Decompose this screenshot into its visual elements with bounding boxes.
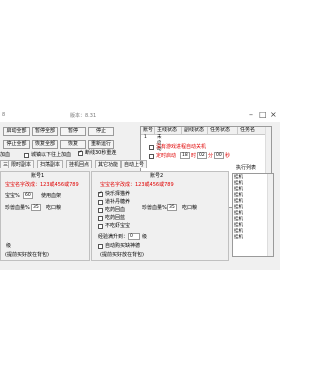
maximize-icon[interactable]: □: [259, 110, 267, 120]
account1-eat-label: 吃口粮: [46, 205, 62, 211]
account2-level-label: 经验满升到：: [98, 234, 129, 240]
account2-eat-blue-label: 吃药回蓝: [105, 215, 126, 221]
app-window: 8 版本：8.31 – □ × 启动全部 暂停全部 暂停 停止 停止全部 恢复全…: [0, 109, 280, 270]
resume-all-button[interactable]: 恢复全部: [32, 140, 58, 149]
tab-auto-login[interactable]: 自动上号: [121, 160, 148, 168]
account2-hint: 宝宝名字改成：123或456或789: [100, 182, 174, 188]
account2-pet-checkbox[interactable]: [98, 190, 103, 197]
account2-hatch-checkbox[interactable]: [98, 199, 103, 205]
table-header: 账号 主线状态 副线状态 任务状态 任务名: [141, 127, 271, 135]
account1-use-blood-label: 使用血架: [41, 193, 62, 199]
account2-pet-hp-input[interactable]: 35: [167, 204, 177, 211]
close-icon[interactable]: ×: [270, 110, 277, 120]
tab-sweep-dungeon[interactable]: 扫荡副本: [37, 160, 64, 168]
stop-button[interactable]: 停止: [88, 127, 114, 136]
account1-hint: 宝宝名字改成：123或456或789: [5, 182, 79, 188]
exec-list-item[interactable]: 挂机: [234, 235, 243, 241]
town-add-blood-checkbox[interactable]: [24, 152, 29, 158]
account2-eat-back-label: 吃药回血: [105, 207, 126, 213]
timed-start-label: 定时启动: [156, 153, 177, 159]
tab-limited-dungeon[interactable]: 限时副本: [8, 160, 35, 168]
col-task-name[interactable]: 任务名: [238, 127, 268, 134]
account2-auto-buy-checkbox[interactable]: [98, 243, 103, 249]
col-account[interactable]: 账号: [141, 127, 155, 134]
title-bar: 8 版本：8.31 – □ ×: [0, 109, 280, 122]
account2-backpack-note: (提前买好放在背包): [100, 252, 144, 258]
no-game-close-label: 没有游戏进程自动关机: [156, 144, 207, 150]
version-label: 版本：8.31: [70, 113, 97, 119]
tab-idle-return[interactable]: 挂机回点: [66, 160, 93, 168]
resume-button[interactable]: 恢复: [60, 140, 86, 149]
account1-level-label: 级: [6, 243, 12, 249]
minimize-icon[interactable]: –: [249, 110, 253, 120]
account1-backpack-note: (提前买好放在背包): [5, 252, 49, 258]
minute-input[interactable]: 02: [197, 152, 207, 159]
account1-title: 账号1: [31, 173, 45, 179]
restart-button[interactable]: 重新运行: [88, 140, 114, 149]
tab-other[interactable]: 其它功能: [95, 160, 122, 168]
account2-level-unit: 级: [142, 234, 148, 240]
col-main-status[interactable]: 主线状态: [155, 127, 182, 134]
pause-button[interactable]: 暂停: [60, 127, 86, 136]
minute-unit: 分: [208, 153, 214, 159]
pause-all-button[interactable]: 暂停全部: [32, 127, 58, 136]
stop-all-button[interactable]: 停止全部: [3, 140, 30, 149]
reconnect-checkbox[interactable]: [78, 149, 83, 156]
account1-baby-hp-input[interactable]: 60: [23, 192, 33, 199]
account1-panel: 账号1 宝宝名字改成：123或456或789 宝宝% 60 使用血架 珍兽血量%…: [0, 171, 90, 261]
exec-list-title: 执行列表: [236, 165, 257, 171]
timed-start-checkbox[interactable]: [149, 153, 154, 159]
account1-baby-hp-label: 宝宝%: [5, 193, 20, 199]
second-input[interactable]: 00: [214, 152, 224, 159]
hour-input[interactable]: 18: [180, 152, 190, 159]
account1-pearl-label: 珍兽血量%: [5, 205, 30, 211]
account2-title: 账号2: [150, 173, 164, 179]
add-blood-label: 加血: [0, 152, 11, 158]
col-sub-status[interactable]: 副线状态: [182, 127, 208, 134]
col-task-status[interactable]: 任务状态: [208, 127, 238, 134]
account2-eat-blue-checkbox[interactable]: [98, 215, 103, 221]
exec-list-scrollbar[interactable]: [267, 174, 273, 256]
account2-auto-buy-label: 自动购买缺神德: [105, 243, 141, 249]
account2-pet-label: 快乐择猫养: [105, 191, 131, 197]
no-game-close-checkbox[interactable]: [149, 144, 154, 150]
account2-hatch-label: 道补丹糖养: [105, 199, 131, 205]
account2-pet-hp-label: 珍兽血量%: [142, 205, 167, 211]
account2-level-input[interactable]: 0: [128, 233, 140, 240]
reconnect-label: 断线30秒重连: [85, 150, 117, 156]
start-all-button[interactable]: 启动全部: [3, 127, 30, 136]
account2-baby-checkbox[interactable]: [98, 223, 103, 229]
account2-baby-label: 不吃虾宝宝: [105, 223, 131, 229]
account2-eat-food-label: 吃口粮: [182, 205, 198, 211]
account2-panel: 账号2 宝宝名字改成：123或456或789 快乐择猫养 道补丹糖养 吃药回血 …: [91, 171, 229, 261]
account2-eat-back-checkbox[interactable]: [98, 207, 103, 213]
window-title: 8: [2, 112, 6, 118]
town-add-blood-label: 城镇以下往上加血: [31, 152, 72, 158]
exec-list[interactable]: 挂机 挂机 挂机 挂机 挂机 挂机 挂机 挂机 挂机 挂机 挂机: [232, 173, 274, 257]
hour-unit: 时: [191, 153, 197, 159]
second-unit: 秒: [225, 153, 231, 159]
account1-pearl-input[interactable]: 35: [31, 204, 41, 211]
row-account: 1: [144, 135, 147, 140]
